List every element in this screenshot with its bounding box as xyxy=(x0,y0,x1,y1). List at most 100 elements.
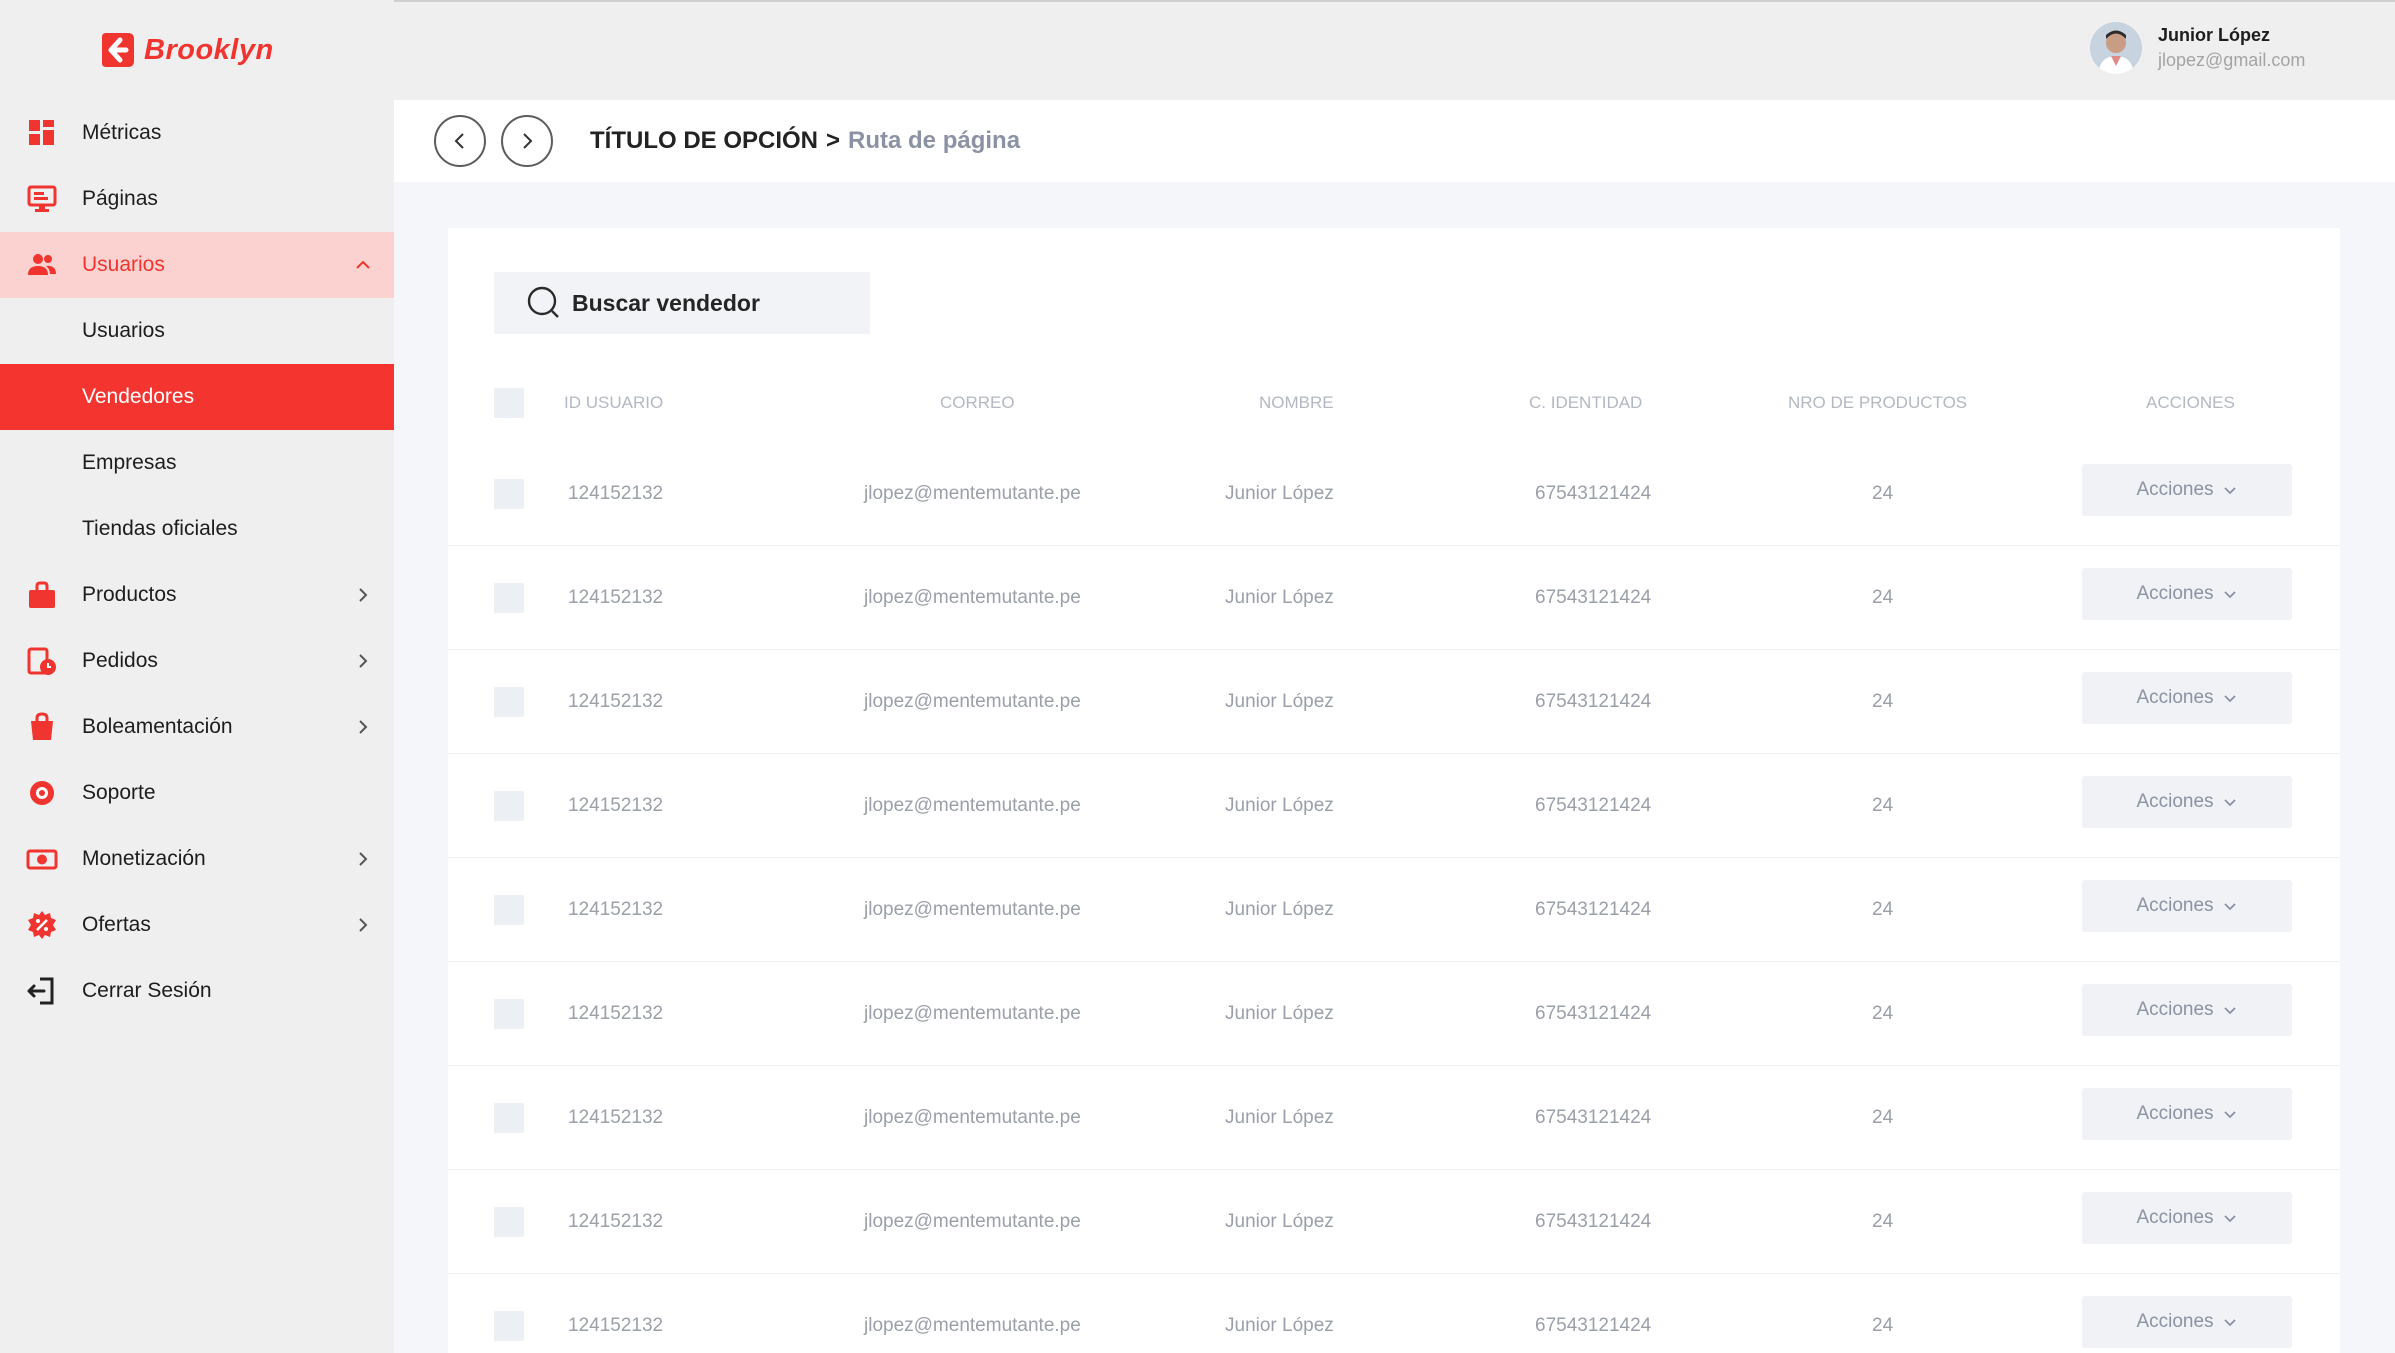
search-input[interactable]: Buscar vendedor xyxy=(494,272,870,334)
breadcrumb: TÍTULO DE OPCIÓN > Ruta de página xyxy=(590,122,1020,160)
sellers-table-card: Buscar vendedor ID USUARIO CORREO NOMBRE… xyxy=(448,228,2340,1353)
forward-button[interactable] xyxy=(501,115,553,167)
row-checkbox[interactable] xyxy=(494,479,524,509)
chevron-right-icon xyxy=(359,654,368,668)
sidebar-item-label: Usuarios xyxy=(82,253,165,276)
actions-dropdown[interactable]: Acciones xyxy=(2082,1296,2292,1348)
sidebar-item-boleamentacion[interactable]: Boleamentación xyxy=(0,694,394,760)
page-title: TÍTULO DE OPCIÓN xyxy=(590,127,818,154)
sidebar-item-monetizacion[interactable]: Monetización xyxy=(0,826,394,892)
chevron-up-icon xyxy=(356,260,370,269)
actions-dropdown[interactable]: Acciones xyxy=(2082,568,2292,620)
cell-id-card: 67543121424 xyxy=(1535,795,1652,816)
actions-dropdown[interactable]: Acciones xyxy=(2082,464,2292,516)
breadcrumb-path[interactable]: Ruta de página xyxy=(848,127,1020,154)
row-checkbox[interactable] xyxy=(494,1207,524,1237)
actions-dropdown[interactable]: Acciones xyxy=(2082,776,2292,828)
money-icon xyxy=(26,849,58,870)
row-checkbox[interactable] xyxy=(494,583,524,613)
cell-name: Junior López xyxy=(1225,795,1334,816)
cell-email: jlopez@mentemutante.pe xyxy=(864,899,1081,920)
row-checkbox[interactable] xyxy=(494,999,524,1029)
chevron-down-icon xyxy=(2223,1111,2236,1119)
actions-label: Acciones xyxy=(2136,999,2214,1020)
cell-email: jlopez@mentemutante.pe xyxy=(864,1003,1081,1024)
table-row: 124152132 jlopez@mentemutante.pe Junior Ló… xyxy=(448,754,2340,858)
sidebar-subitem-empresas[interactable]: Empresas xyxy=(0,430,394,496)
cell-email: jlopez@mentemutante.pe xyxy=(864,691,1081,712)
cell-id-card: 67543121424 xyxy=(1535,691,1652,712)
row-checkbox[interactable] xyxy=(494,895,524,925)
cell-email: jlopez@mentemutante.pe xyxy=(864,795,1081,816)
sidebar-item-usuarios[interactable]: Usuarios xyxy=(0,232,394,298)
column-header-products[interactable]: NRO DE PRODUCTOS xyxy=(1788,388,1967,418)
cell-products: 24 xyxy=(1872,1315,1894,1336)
cell-products: 24 xyxy=(1872,1003,1894,1024)
table-row: 124152132 jlopez@mentemutante.pe Junior Ló… xyxy=(448,442,2340,546)
row-checkbox[interactable] xyxy=(494,1103,524,1133)
sidebar-item-ofertas[interactable]: Ofertas xyxy=(0,892,394,958)
table-row: 124152132 jlopez@mentemutante.pe Junior Ló… xyxy=(448,1274,2340,1353)
column-header-email[interactable]: CORREO xyxy=(940,388,1015,418)
dashboard-icon xyxy=(29,120,54,145)
actions-label: Acciones xyxy=(2136,1103,2214,1124)
cell-email: jlopez@mentemutante.pe xyxy=(864,587,1081,608)
cell-email: jlopez@mentemutante.pe xyxy=(864,1315,1081,1336)
bag-icon xyxy=(29,581,55,608)
sidebar-item-productos[interactable]: Productos xyxy=(0,562,394,628)
actions-dropdown[interactable]: Acciones xyxy=(2082,984,2292,1036)
sidebar-subitem-vendedores[interactable]: Vendedores xyxy=(0,364,394,430)
sidebar-item-label: Soporte xyxy=(82,781,156,804)
sidebar-item-cerrar-sesion[interactable]: Cerrar Sesión xyxy=(0,958,394,1024)
actions-dropdown[interactable]: Acciones xyxy=(2082,880,2292,932)
actions-dropdown[interactable]: Acciones xyxy=(2082,672,2292,724)
cell-name: Junior López xyxy=(1225,587,1334,608)
brooklyn-logo-icon xyxy=(102,33,134,67)
cell-id: 124152132 xyxy=(568,1211,664,1232)
chevron-down-icon xyxy=(2223,695,2236,703)
user-profile[interactable]: Junior López jlopez@gmail.com xyxy=(2090,22,2305,74)
column-header-actions: ACCIONES xyxy=(2146,393,2235,412)
search-icon xyxy=(527,286,559,318)
cell-products: 24 xyxy=(1872,483,1894,504)
cell-name: Junior López xyxy=(1225,1003,1334,1024)
sidebar-item-metricas[interactable]: Métricas xyxy=(0,100,394,166)
cell-products: 24 xyxy=(1872,1107,1894,1128)
cell-name: Junior López xyxy=(1225,899,1334,920)
column-header-id-card[interactable]: C. IDENTIDAD xyxy=(1529,388,1642,418)
sidebar-subitem-tiendas-oficiales[interactable]: Tiendas oficiales xyxy=(0,496,394,562)
page-header: TÍTULO DE OPCIÓN > Ruta de página xyxy=(394,100,2395,182)
row-checkbox[interactable] xyxy=(494,791,524,821)
sidebar-item-label: Monetización xyxy=(82,847,206,870)
search-placeholder: Buscar vendedor xyxy=(572,289,760,316)
select-all-checkbox[interactable] xyxy=(494,388,524,418)
row-checkbox[interactable] xyxy=(494,687,524,717)
cell-id-card: 67543121424 xyxy=(1535,1107,1652,1128)
column-header-name[interactable]: NOMBRE xyxy=(1259,388,1334,418)
actions-dropdown[interactable]: Acciones xyxy=(2082,1088,2292,1140)
cell-id: 124152132 xyxy=(568,691,664,712)
cell-name: Junior López xyxy=(1225,1315,1334,1336)
cell-name: Junior López xyxy=(1225,1211,1334,1232)
chevron-right-icon xyxy=(359,852,368,866)
sidebar-item-label: Ofertas xyxy=(82,913,151,936)
sidebar-nav: Métricas Páginas Usuarios Usuarios Vende xyxy=(0,100,394,1024)
cell-id-card: 67543121424 xyxy=(1535,587,1652,608)
support-icon xyxy=(30,781,54,805)
back-button[interactable] xyxy=(434,115,486,167)
actions-dropdown[interactable]: Acciones xyxy=(2082,1192,2292,1244)
sidebar-item-pedidos[interactable]: Pedidos xyxy=(0,628,394,694)
cell-id: 124152132 xyxy=(568,1003,664,1024)
table-row: 124152132 jlopez@mentemutante.pe Junior Ló… xyxy=(448,1170,2340,1274)
sidebar-item-soporte[interactable]: Soporte xyxy=(0,760,394,826)
row-checkbox[interactable] xyxy=(494,1311,524,1341)
brand-logo[interactable]: Brooklyn xyxy=(100,30,274,70)
cell-id: 124152132 xyxy=(568,899,664,920)
chevron-right-icon xyxy=(523,133,533,149)
sidebar-item-paginas[interactable]: Páginas xyxy=(0,166,394,232)
cell-email: jlopez@mentemutante.pe xyxy=(864,1211,1081,1232)
actions-label: Acciones xyxy=(2136,1311,2214,1332)
column-header-id[interactable]: ID USUARIO xyxy=(564,388,663,418)
sidebar-subitem-usuarios[interactable]: Usuarios xyxy=(0,298,394,364)
chevron-left-icon xyxy=(454,133,464,149)
